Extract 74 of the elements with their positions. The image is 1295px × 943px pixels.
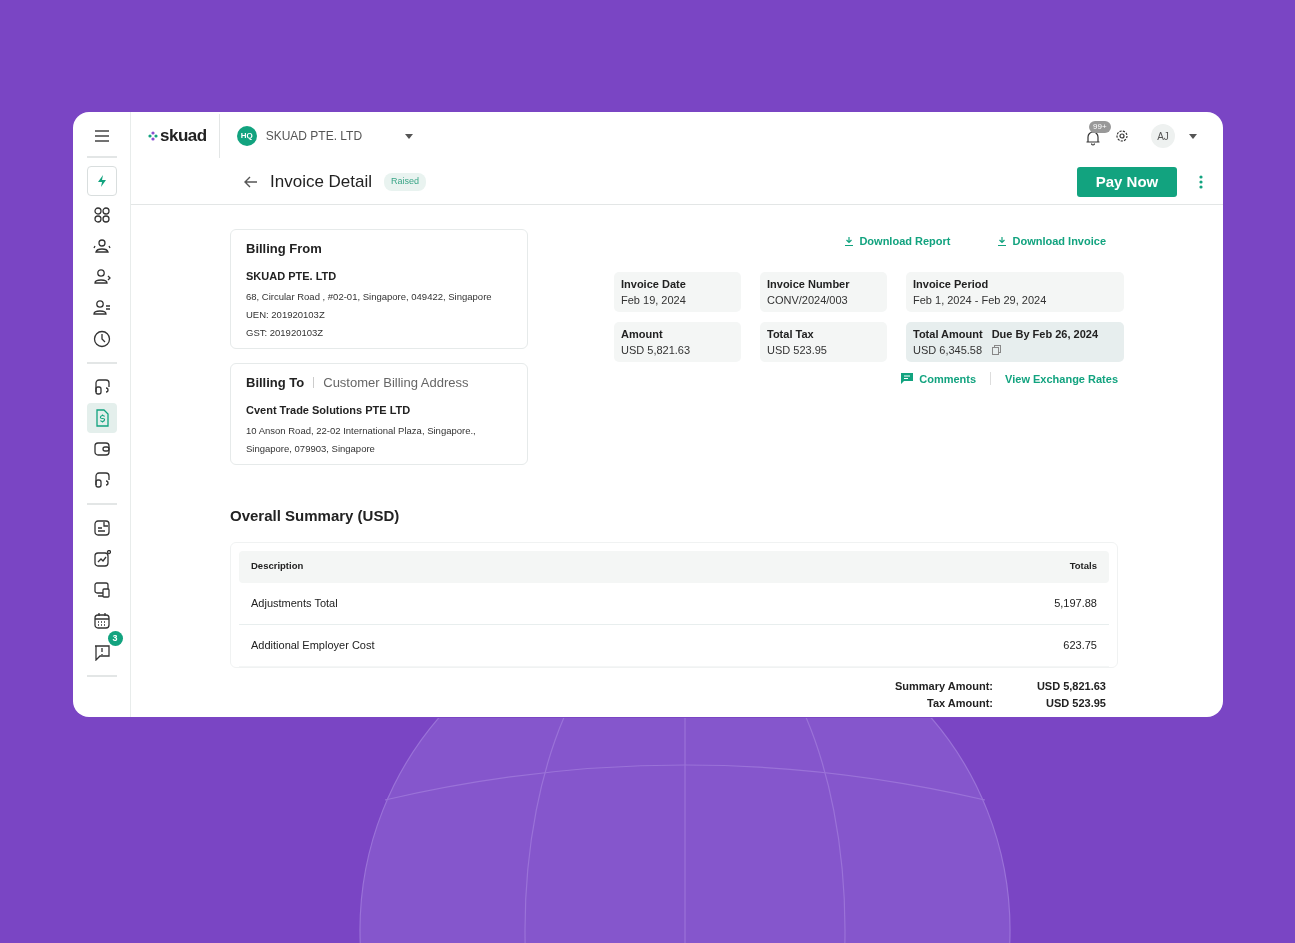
address-line: GST: 201920103Z — [246, 326, 325, 340]
address-line: 10 Anson Road, 22-02 International Plaza, Singapore., — [246, 424, 477, 438]
download-link[interactable]: Download Invoice — [998, 233, 1106, 250]
skuad-logo[interactable]: skuad — [131, 123, 219, 149]
table-cell-text: Additional Employer Cost — [251, 637, 375, 653]
company-name: Cvent Trade Solutions PTE LTD — [246, 402, 412, 418]
user-icon — [92, 268, 111, 286]
address-line: UEN: 201920103Z — [246, 308, 326, 322]
company-selector[interactable]: HQ SKUAD PTE. LTD — [236, 126, 413, 146]
caret-icon[interactable] — [1189, 133, 1197, 139]
logo-mark-icon — [148, 131, 158, 141]
detail-label: Invoice Date — [621, 276, 686, 292]
document-icon — [92, 519, 111, 537]
due-date: Due By Feb 26, 2024 — [991, 326, 1099, 342]
caret-icon — [404, 133, 413, 139]
download-link[interactable]: Download Report — [845, 233, 951, 250]
detail-value: USD 6,345.58 — [913, 343, 983, 358]
section-title: Overall Summary (USD) — [230, 506, 401, 526]
table-cell-text: 5,197.88 — [1054, 595, 1097, 611]
detail-label: Amount — [621, 326, 663, 342]
address-line: 68, Circular Road , #02-01, Singapore, 049422, Singapore — [246, 290, 493, 304]
card-title: Billing To — [246, 374, 305, 392]
download-icon — [998, 236, 1007, 246]
calendar-icon — [92, 612, 111, 630]
total-value: USD 5,821.63 — [1035, 678, 1106, 694]
pay-now-button[interactable]: Pay Now — [1077, 167, 1177, 197]
total-label: Summary Amount: — [895, 678, 993, 694]
detail-value: USD 5,821.63 — [621, 343, 691, 358]
table-cell-text: Adjustments Total — [251, 595, 338, 611]
detail-label: Invoice Number — [767, 276, 850, 292]
detail-value: CONV/2024/003 — [767, 293, 848, 308]
column-header: Totals — [1069, 559, 1097, 574]
wallet-coins-icon — [92, 378, 111, 396]
chart-icon — [92, 550, 111, 568]
comment-icon — [901, 373, 914, 385]
column-header: Description — [251, 559, 304, 574]
logo-text: skuad — [160, 125, 207, 148]
notification-count: 99+ — [1089, 121, 1111, 133]
chat-alert-icon — [92, 643, 111, 661]
detail-value: Feb 1, 2024 - Feb 29, 2024 — [913, 293, 1047, 308]
user-avatar[interactable]: AJ — [1151, 124, 1175, 148]
detail-label: Total Amount — [913, 326, 983, 342]
notification-bell-icon[interactable] — [1085, 129, 1101, 146]
devices-icon — [92, 581, 111, 599]
link[interactable]: View Exchange Rates — [1005, 370, 1118, 387]
more-options-icon[interactable] — [1199, 175, 1203, 189]
download-icon — [845, 236, 854, 246]
wallet-coins-icon — [92, 471, 111, 489]
table-cell-text: 623.75 — [1063, 637, 1097, 653]
clock-icon — [92, 330, 111, 348]
detail-value: USD 523.95 — [767, 343, 827, 358]
lightning-icon — [96, 175, 107, 187]
card-title: Billing From — [246, 240, 323, 258]
detail-label: Invoice Period — [913, 276, 989, 292]
status-badge: Raised — [384, 173, 427, 191]
company-name: SKUAD PTE. LTD — [246, 268, 338, 284]
detail-value: Feb 19, 2024 — [621, 293, 686, 308]
card-subtitle: Customer Billing Address — [313, 377, 469, 389]
notification-badge: 3 — [107, 631, 123, 646]
grid-icon — [92, 206, 111, 224]
company-initials: HQ — [236, 126, 257, 146]
back-arrow-icon[interactable] — [244, 176, 258, 188]
copy-icon[interactable] — [992, 345, 1002, 356]
link[interactable]: Comments — [901, 370, 977, 387]
total-value: USD 523.95 — [1045, 695, 1106, 711]
menu-icon[interactable] — [93, 129, 110, 142]
detail-label: Total Tax — [767, 326, 814, 342]
user-list-icon — [92, 299, 111, 317]
users-icon — [92, 237, 111, 255]
address-line: Singapore, 079903, Singapore — [246, 442, 376, 456]
settings-icon[interactable] — [1115, 129, 1129, 143]
total-label: Tax Amount: — [926, 695, 993, 711]
wallet-icon — [92, 440, 111, 458]
page-title: Invoice Detail — [270, 171, 373, 194]
